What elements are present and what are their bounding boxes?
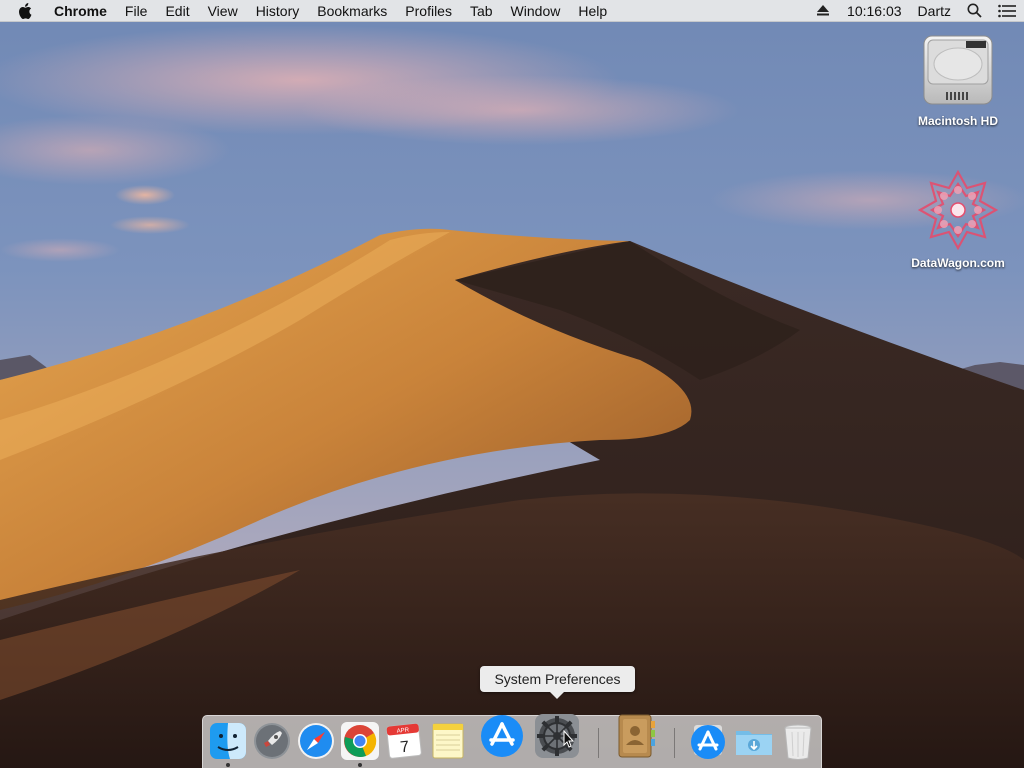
menu-window[interactable]: Window [502,0,570,22]
dock-separator [674,728,675,758]
running-indicator [226,763,230,767]
chrome-icon [341,722,379,760]
dock-item-safari[interactable] [296,721,336,761]
eject-icon[interactable] [817,5,830,16]
dock-item-system-preferences[interactable] [534,713,580,759]
dock: APR 7 [202,713,822,768]
desktop-icon-label: Macintosh HD [917,114,998,128]
compass-icon [298,723,334,759]
spotlight-search-icon[interactable] [967,3,982,18]
dock-separator [598,728,599,758]
menu-view[interactable]: View [199,0,247,22]
app-store-icon [481,715,523,757]
menu-edit[interactable]: Edit [156,0,198,22]
menu-bar-extras: 10:16:03 Dartz [809,0,1024,22]
dock-item-contacts[interactable] [613,713,659,759]
apple-menu[interactable] [0,0,50,22]
desktop-icon-macintosh-hd[interactable]: Macintosh HD [903,30,1013,128]
address-book-icon [618,714,655,758]
menu-user-name[interactable]: Dartz [918,3,951,19]
calendar-icon: APR 7 [386,723,422,759]
dock-item-applications-stack[interactable] [688,721,728,761]
app-store-icon [691,725,725,759]
finder-icon [210,723,246,759]
menu-tab[interactable]: Tab [461,0,502,22]
dock-item-chrome[interactable] [340,721,380,761]
apple-icon [19,2,32,19]
running-indicator [358,763,362,767]
dock-item-downloads-stack[interactable] [734,721,774,761]
desktop-wallpaper [0,0,1024,768]
dock-item-app-store[interactable] [479,713,525,759]
gear-icon [535,714,579,758]
desktop-icon-label: DataWagon.com [911,256,1005,270]
menu-bookmarks[interactable]: Bookmarks [308,0,396,22]
hard-drive-icon [923,35,993,105]
rocket-icon [254,723,290,759]
dock-item-finder[interactable] [208,721,248,761]
datawagon-logo-icon [917,169,999,251]
menu-profiles[interactable]: Profiles [396,0,461,22]
calendar-day: 7 [399,739,410,757]
menu-history[interactable]: History [247,0,309,22]
menu-clock[interactable]: 10:16:03 [847,3,902,19]
dock-item-notes[interactable] [428,721,468,761]
dock-item-trash[interactable] [778,721,818,761]
menu-help[interactable]: Help [569,0,616,22]
menu-file[interactable]: File [116,0,157,22]
dock-item-calendar[interactable]: APR 7 [384,721,424,761]
menu-app-name[interactable]: Chrome [50,0,116,22]
downloads-folder-icon [736,731,772,755]
dock-item-launchpad[interactable] [252,721,292,761]
notification-center-icon[interactable] [998,4,1016,18]
trash-icon [784,724,812,760]
menu-bar: Chrome File Edit View History Bookmarks … [0,0,1024,22]
notes-icon [432,723,464,759]
dock-tooltip: System Preferences [480,666,635,699]
desktop-icon-datawagon[interactable]: DataWagon.com [903,168,1013,270]
